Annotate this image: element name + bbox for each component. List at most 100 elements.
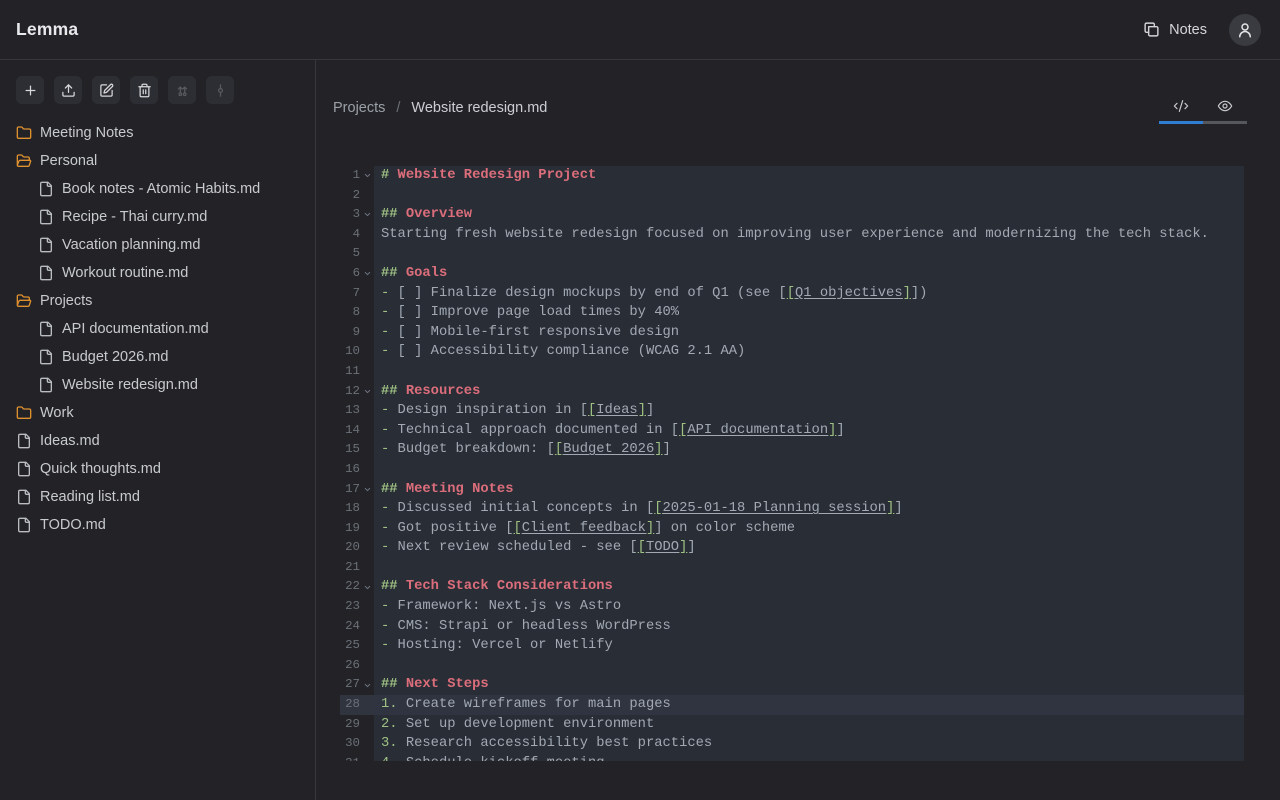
line-number: 6: [340, 264, 360, 284]
tree-file[interactable]: Vacation planning.md: [0, 231, 315, 259]
code-line[interactable]: - [ ] Mobile-first responsive design: [374, 323, 1244, 343]
code-line[interactable]: 4. Schedule kickoff meeting: [374, 754, 1244, 761]
chevron-down-icon: [363, 210, 372, 219]
tree-file[interactable]: Ideas.md: [0, 427, 315, 455]
code-line[interactable]: - [ ] Improve page load times by 40%: [374, 303, 1244, 323]
code-line[interactable]: ## Next Steps: [374, 675, 1244, 695]
code-line[interactable]: [374, 362, 1244, 382]
avatar-button[interactable]: [1229, 14, 1261, 46]
editor-line: 4Starting fresh website redesign focused…: [340, 225, 1244, 245]
gutter: 23: [340, 597, 374, 617]
tab-preview-view[interactable]: [1203, 98, 1247, 124]
code-line[interactable]: Starting fresh website redesign focused …: [374, 225, 1244, 245]
code-segment: [ ] Accessibility compliance (WCAG 2.1 A…: [389, 344, 745, 359]
wiki-link[interactable]: Budget 2026: [563, 442, 654, 457]
gutter: 17: [340, 480, 374, 500]
wiki-link[interactable]: 2025-01-18 Planning session: [663, 501, 887, 516]
wiki-link[interactable]: API documentation: [687, 423, 828, 438]
code-line[interactable]: 3. Research accessibility best practices: [374, 734, 1244, 754]
code-line[interactable]: - Got positive [[Client feedback]] on co…: [374, 519, 1244, 539]
tree-file[interactable]: Quick thoughts.md: [0, 455, 315, 483]
tree-file[interactable]: Book notes - Atomic Habits.md: [0, 175, 315, 203]
code-segment: Tech Stack Considerations: [398, 579, 613, 594]
code-segment: Create wireframes for main pages: [398, 697, 671, 712]
delete-button[interactable]: [130, 76, 158, 104]
wiki-link[interactable]: Client feedback: [522, 521, 646, 536]
fold-chevron-down-icon[interactable]: [360, 205, 374, 225]
code-line[interactable]: 1. Create wireframes for main pages: [374, 695, 1244, 715]
code-line[interactable]: ## Overview: [374, 205, 1244, 225]
code-line[interactable]: - Budget breakdown: [[Budget 2026]]: [374, 440, 1244, 460]
fold-chevron-down-icon[interactable]: [360, 166, 374, 186]
editor-line: 11: [340, 362, 1244, 382]
breadcrumb-file: Website redesign.md: [411, 100, 547, 116]
code-line[interactable]: [374, 186, 1244, 206]
tree-folder[interactable]: Meeting Notes: [0, 119, 315, 147]
code-segment: Website Redesign Project: [389, 168, 596, 183]
code-line[interactable]: ## Resources: [374, 382, 1244, 402]
tree-file[interactable]: Workout routine.md: [0, 259, 315, 287]
code-line[interactable]: - CMS: Strapi or headless WordPress: [374, 617, 1244, 637]
file-icon: [16, 433, 32, 449]
editor-line: 20- Next review scheduled - see [[TODO]]: [340, 538, 1244, 558]
editor-line: 8- [ ] Improve page load times by 40%: [340, 303, 1244, 323]
code-line[interactable]: - Discussed initial concepts in [[2025-0…: [374, 499, 1244, 519]
code-line[interactable]: - [ ] Accessibility compliance (WCAG 2.1…: [374, 342, 1244, 362]
editor-line: 2: [340, 186, 1244, 206]
main-header: Projects / Website redesign.md: [316, 60, 1280, 124]
line-number: 28: [340, 695, 360, 715]
code-line[interactable]: - Framework: Next.js vs Astro: [374, 597, 1244, 617]
code-line[interactable]: [374, 656, 1244, 676]
git-commit-button: [206, 76, 234, 104]
tree-file[interactable]: Budget 2026.md: [0, 343, 315, 371]
breadcrumb-folder[interactable]: Projects: [333, 100, 385, 116]
code-line[interactable]: - Technical approach documented in [[API…: [374, 421, 1244, 441]
fold-chevron-down-icon[interactable]: [360, 675, 374, 695]
new-note-button[interactable]: [16, 76, 44, 104]
code-segment: ]: [638, 403, 646, 418]
code-line[interactable]: [374, 558, 1244, 578]
code-line[interactable]: [374, 460, 1244, 480]
tree-file[interactable]: API documentation.md: [0, 315, 315, 343]
code-line[interactable]: 2. Set up development environment: [374, 715, 1244, 735]
code-line[interactable]: ## Tech Stack Considerations: [374, 577, 1244, 597]
tab-code-view[interactable]: [1159, 98, 1203, 124]
line-number: 26: [340, 656, 360, 676]
wiki-link[interactable]: TODO: [646, 540, 679, 555]
wiki-link[interactable]: Q1 objectives: [795, 286, 903, 301]
tree-file[interactable]: Website redesign.md: [0, 371, 315, 399]
gutter: 26: [340, 656, 374, 676]
tree-file[interactable]: Reading list.md: [0, 483, 315, 511]
code-line[interactable]: - Next review scheduled - see [[TODO]]: [374, 538, 1244, 558]
code-line[interactable]: [374, 244, 1244, 264]
code-line[interactable]: ## Goals: [374, 264, 1244, 284]
tree-file[interactable]: TODO.md: [0, 511, 315, 539]
fold-chevron-down-icon[interactable]: [360, 577, 374, 597]
tree-folder[interactable]: Personal: [0, 147, 315, 175]
fold-chevron-down-icon[interactable]: [360, 264, 374, 284]
nav-notes-button[interactable]: Notes: [1143, 21, 1207, 38]
breadcrumb-separator: /: [396, 100, 400, 116]
wiki-link[interactable]: Ideas: [596, 403, 637, 418]
file-icon: [16, 461, 32, 477]
top-bar-right: Notes: [1143, 14, 1261, 46]
fold-chevron-down-icon[interactable]: [360, 480, 374, 500]
code-line[interactable]: ## Meeting Notes: [374, 480, 1244, 500]
tree-folder[interactable]: Projects: [0, 287, 315, 315]
markdown-editor[interactable]: 1# Website Redesign Project23## Overview…: [340, 163, 1244, 761]
tree-file[interactable]: Recipe - Thai curry.md: [0, 203, 315, 231]
file-tree[interactable]: Meeting NotesPersonalBook notes - Atomic…: [0, 119, 315, 800]
code-line[interactable]: - [ ] Finalize design mockups by end of …: [374, 284, 1244, 304]
code-icon: [1173, 98, 1189, 114]
upload-button[interactable]: [54, 76, 82, 104]
code-segment: 4.: [381, 756, 398, 761]
code-segment: Design inspiration in [: [389, 403, 588, 418]
code-line[interactable]: # Website Redesign Project: [374, 166, 1244, 186]
code-line[interactable]: - Hosting: Vercel or Netlify: [374, 636, 1244, 656]
code-line[interactable]: - Design inspiration in [[Ideas]]: [374, 401, 1244, 421]
edit-button[interactable]: [92, 76, 120, 104]
tree-folder[interactable]: Work: [0, 399, 315, 427]
fold-chevron-down-icon[interactable]: [360, 382, 374, 402]
code-segment: [: [787, 286, 795, 301]
gutter: 27: [340, 675, 374, 695]
